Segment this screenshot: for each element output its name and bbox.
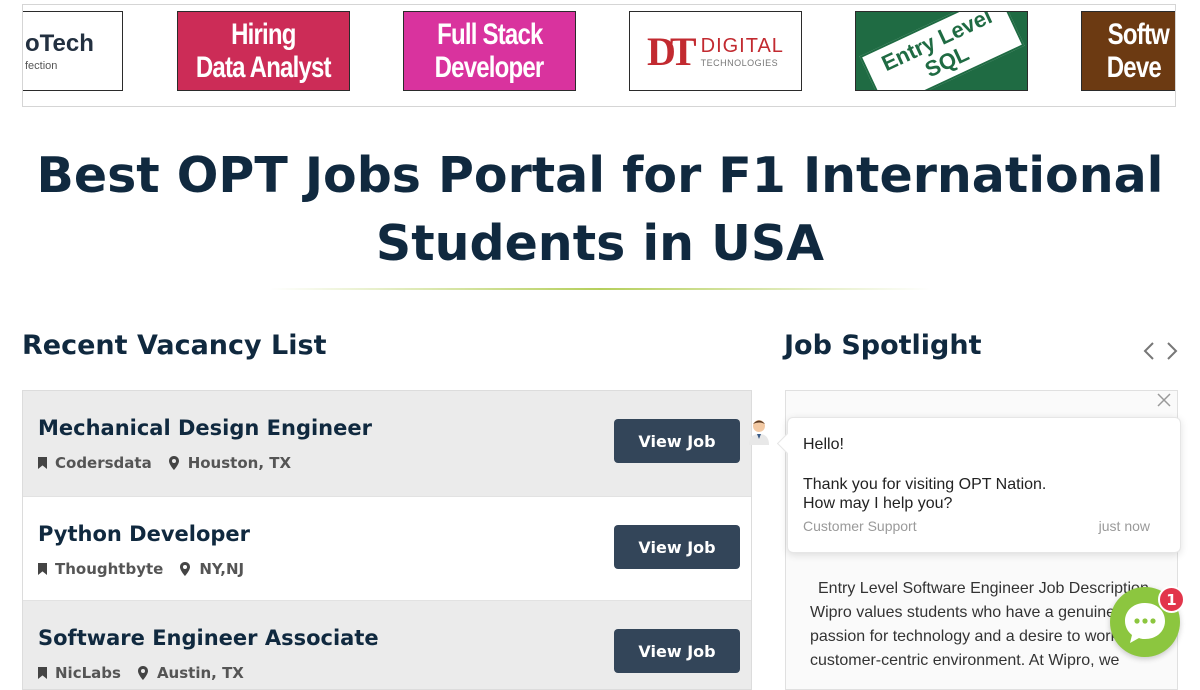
- logo-text: Data Analyst: [196, 51, 332, 84]
- close-icon[interactable]: [1156, 392, 1172, 408]
- chat-message-line: How may I help you?: [803, 495, 953, 512]
- bookmark-icon: [38, 563, 47, 575]
- vacancy-section-title: Recent Vacancy List: [22, 330, 327, 361]
- title-divider: [270, 288, 930, 290]
- logo-mark: DT: [647, 28, 697, 74]
- job-location: Houston, TX: [187, 454, 292, 472]
- job-title[interactable]: Python Developer: [38, 522, 250, 546]
- spotlight-description: Entry Level Software Engineer Job Descri…: [810, 577, 1150, 673]
- location-pin-icon: [168, 456, 179, 470]
- job-meta: Codersdata Houston, TX: [38, 454, 291, 472]
- logo-carousel: oTech fection Hiring Data Analyst Full S…: [22, 4, 1176, 107]
- company-name: NicLabs: [55, 664, 121, 682]
- job-title[interactable]: Mechanical Design Engineer: [38, 416, 372, 440]
- chevron-right-icon[interactable]: [1163, 340, 1181, 362]
- logo-text: oTech: [25, 30, 94, 57]
- logo-text: Developer: [435, 51, 545, 84]
- chat-popup[interactable]: Hello! Thank you for visiting OPT Nation…: [787, 417, 1181, 553]
- chat-message-line: Thank you for visiting OPT Nation.: [803, 476, 1047, 493]
- vacancy-row: Software Engineer Associate NicLabs Aust…: [23, 601, 751, 689]
- page-title-line-1: Best OPT Jobs Portal for F1 Internationa…: [36, 147, 1164, 204]
- view-job-button[interactable]: View Job: [614, 419, 740, 463]
- vacancy-list: Mechanical Design Engineer Codersdata Ho…: [22, 390, 752, 690]
- logo-text: Hiring: [231, 18, 296, 51]
- job-location: NY,NJ: [199, 560, 245, 578]
- job-meta: Thoughtbyte NY,NJ: [38, 560, 244, 578]
- logo-text: Full Stack: [436, 18, 543, 51]
- chat-greeting: Hello!: [803, 436, 844, 453]
- logo-subtext: TECHNOLOGIES: [700, 57, 779, 68]
- logo-text: Softw: [1107, 18, 1170, 51]
- logo-text: DIGITAL: [700, 34, 784, 57]
- job-meta: NicLabs Austin, TX: [38, 664, 244, 682]
- bookmark-icon: [38, 667, 47, 679]
- logo-subtext: fection: [25, 60, 58, 72]
- vacancy-row: Mechanical Design Engineer Codersdata Ho…: [23, 391, 751, 496]
- company-name: Codersdata: [55, 454, 152, 472]
- company-name: Thoughtbyte: [55, 560, 164, 578]
- page-title-line-2: Students in USA: [375, 215, 825, 272]
- chat-message: Thank you for visiting OPT Nation. How m…: [803, 475, 1046, 513]
- bookmark-icon: [38, 457, 47, 469]
- page-title: Best OPT Jobs Portal for F1 Internationa…: [0, 142, 1200, 278]
- logo-otech[interactable]: oTech fection: [23, 11, 123, 91]
- logo-entry-level-sql[interactable]: Entry Level SQL: [855, 11, 1028, 91]
- logo-text: Deve: [1106, 51, 1162, 84]
- spotlight-text: Entry Level Software Engineer Job Descri…: [810, 580, 1149, 669]
- support-agent-avatar: [749, 420, 769, 445]
- view-job-button[interactable]: View Job: [614, 525, 740, 569]
- spotlight-section-title: Job Spotlight: [784, 330, 982, 361]
- logo-hiring-data-analyst[interactable]: Hiring Data Analyst: [177, 11, 350, 91]
- view-job-button[interactable]: View Job: [614, 629, 740, 673]
- logo-ribbon: Entry Level SQL: [859, 12, 1024, 90]
- job-location: Austin, TX: [156, 664, 244, 682]
- chevron-left-icon[interactable]: [1140, 340, 1158, 362]
- unread-badge: 1: [1158, 586, 1185, 613]
- vacancy-row: Python Developer Thoughtbyte NY,NJ View …: [23, 496, 751, 601]
- chat-timestamp: just now: [1098, 518, 1150, 534]
- location-pin-icon: [137, 666, 148, 680]
- logo-software-developer[interactable]: Softw Deve: [1081, 11, 1175, 91]
- chat-sender: Customer Support: [803, 518, 917, 534]
- logo-full-stack-developer[interactable]: Full Stack Developer: [403, 11, 576, 91]
- job-title[interactable]: Software Engineer Associate: [38, 626, 379, 650]
- location-pin-icon: [180, 562, 191, 576]
- logo-dt-digital[interactable]: DT DIGITAL TECHNOLOGIES: [629, 11, 802, 91]
